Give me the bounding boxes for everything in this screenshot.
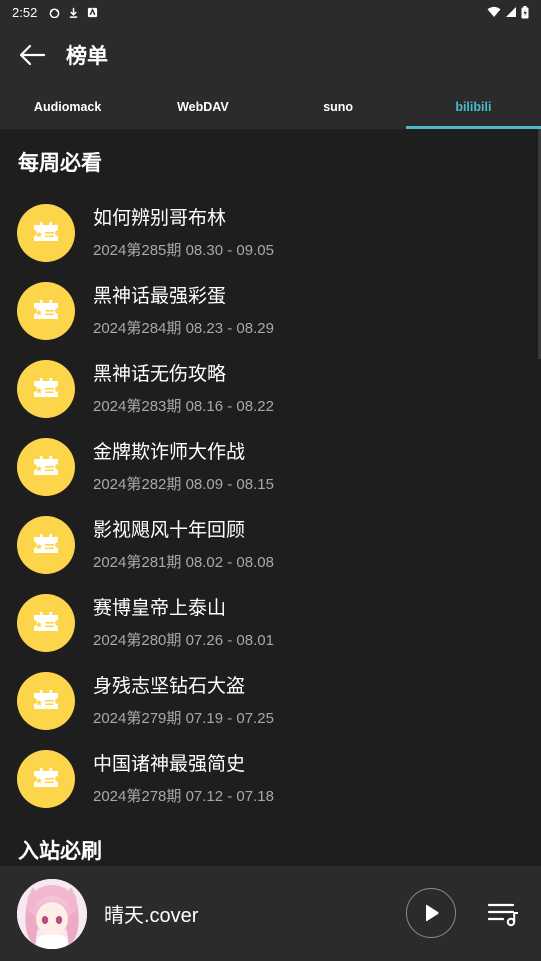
page-title: 榜单 (66, 43, 108, 68)
mini-player[interactable]: 晴天.cover (0, 866, 541, 961)
list-item[interactable]: 黑神话无伤攻略 2024第283期 08.16 - 08.22 (0, 350, 541, 428)
item-title: 如何辨别哥布林 (93, 207, 227, 229)
ticket-icon (17, 438, 75, 496)
list-item[interactable]: 影视飓风十年回顾 2024第281期 08.02 - 08.08 (0, 506, 541, 584)
tab-label: bilibili (455, 100, 492, 114)
tab-webdav[interactable]: WebDAV (135, 85, 270, 129)
item-title: 赛博皇帝上泰山 (93, 597, 227, 619)
item-title: 黑神话最强彩蛋 (93, 285, 227, 307)
tab-audiomack[interactable]: Audiomack (0, 85, 135, 129)
list-item[interactable]: 赛博皇帝上泰山 2024第280期 07.26 - 08.01 (0, 584, 541, 662)
ticket-icon (17, 516, 75, 574)
ticket-icon (17, 672, 75, 730)
song-title[interactable]: 晴天.cover (104, 899, 198, 928)
item-subtitle: 2024第285期 08.30 - 09.05 (93, 242, 274, 259)
item-title: 金牌欺诈师大作战 (93, 441, 246, 463)
list-item[interactable]: 黑神话最强彩蛋 2024第284期 08.23 - 08.29 (0, 272, 541, 350)
arrow-left-icon (19, 44, 46, 65)
item-subtitle: 2024第278期 07.12 - 07.18 (93, 788, 274, 805)
cat-notification-icon (49, 8, 60, 18)
section-title-must-watch: 入站必刷 (18, 839, 102, 863)
chart-list-content[interactable]: 每周必看 如何辨别哥布林 2024第285期 08.30 - 09.05 黑神话… (0, 129, 541, 866)
weekly-list: 如何辨别哥布林 2024第285期 08.30 - 09.05 黑神话最强彩蛋 … (0, 194, 541, 818)
status-bar: 2:52 (0, 0, 541, 24)
ticket-icon (17, 204, 75, 262)
tab-label: WebDAV (177, 100, 229, 114)
tab-label: suno (323, 100, 354, 114)
tab-bilibili[interactable]: bilibili (405, 85, 541, 129)
list-item[interactable]: 金牌欺诈师大作战 2024第282期 08.09 - 08.15 (0, 428, 541, 506)
play-button[interactable] (406, 888, 456, 938)
list-item[interactable]: 身残志坚钻石大盗 2024第279期 07.19 - 07.25 (0, 662, 541, 740)
download-icon (70, 7, 78, 18)
item-subtitle: 2024第284期 08.23 - 08.29 (93, 320, 274, 337)
playlist-button[interactable] (486, 899, 520, 929)
status-time: 2:52 (12, 4, 38, 20)
ticket-icon (17, 594, 75, 652)
app-notification-icon (88, 7, 98, 17)
ticket-icon (17, 750, 75, 808)
item-subtitle: 2024第279期 07.19 - 07.25 (93, 710, 274, 727)
app-bar: 榜单 (0, 24, 541, 85)
wifi-icon (487, 6, 501, 17)
item-title: 影视飓风十年回顾 (93, 519, 246, 541)
battery-icon (521, 5, 529, 18)
back-button[interactable] (0, 24, 64, 85)
source-tabs: Audiomack WebDAV suno bilibili (0, 85, 541, 129)
ticket-icon (17, 282, 75, 340)
tab-label: Audiomack (33, 100, 102, 114)
album-art[interactable] (17, 878, 87, 949)
play-icon (426, 904, 439, 922)
item-title: 中国诸神最强简史 (93, 753, 246, 775)
item-subtitle: 2024第283期 08.16 - 08.22 (93, 398, 274, 415)
item-subtitle: 2024第282期 08.09 - 08.15 (93, 476, 274, 493)
ticket-icon (17, 360, 75, 418)
section-title-weekly: 每周必看 (18, 151, 102, 175)
list-item[interactable]: 中国诸神最强简史 2024第278期 07.12 - 07.18 (0, 740, 541, 818)
signal-icon (506, 7, 516, 17)
queue-music-icon (487, 903, 518, 927)
item-subtitle: 2024第281期 08.02 - 08.08 (93, 554, 274, 571)
tab-suno[interactable]: suno (271, 85, 406, 129)
list-item[interactable]: 如何辨别哥布林 2024第285期 08.30 - 09.05 (0, 194, 541, 272)
item-subtitle: 2024第280期 07.26 - 08.01 (93, 632, 274, 649)
item-title: 黑神话无伤攻略 (93, 363, 227, 385)
item-title: 身残志坚钻石大盗 (93, 675, 246, 697)
